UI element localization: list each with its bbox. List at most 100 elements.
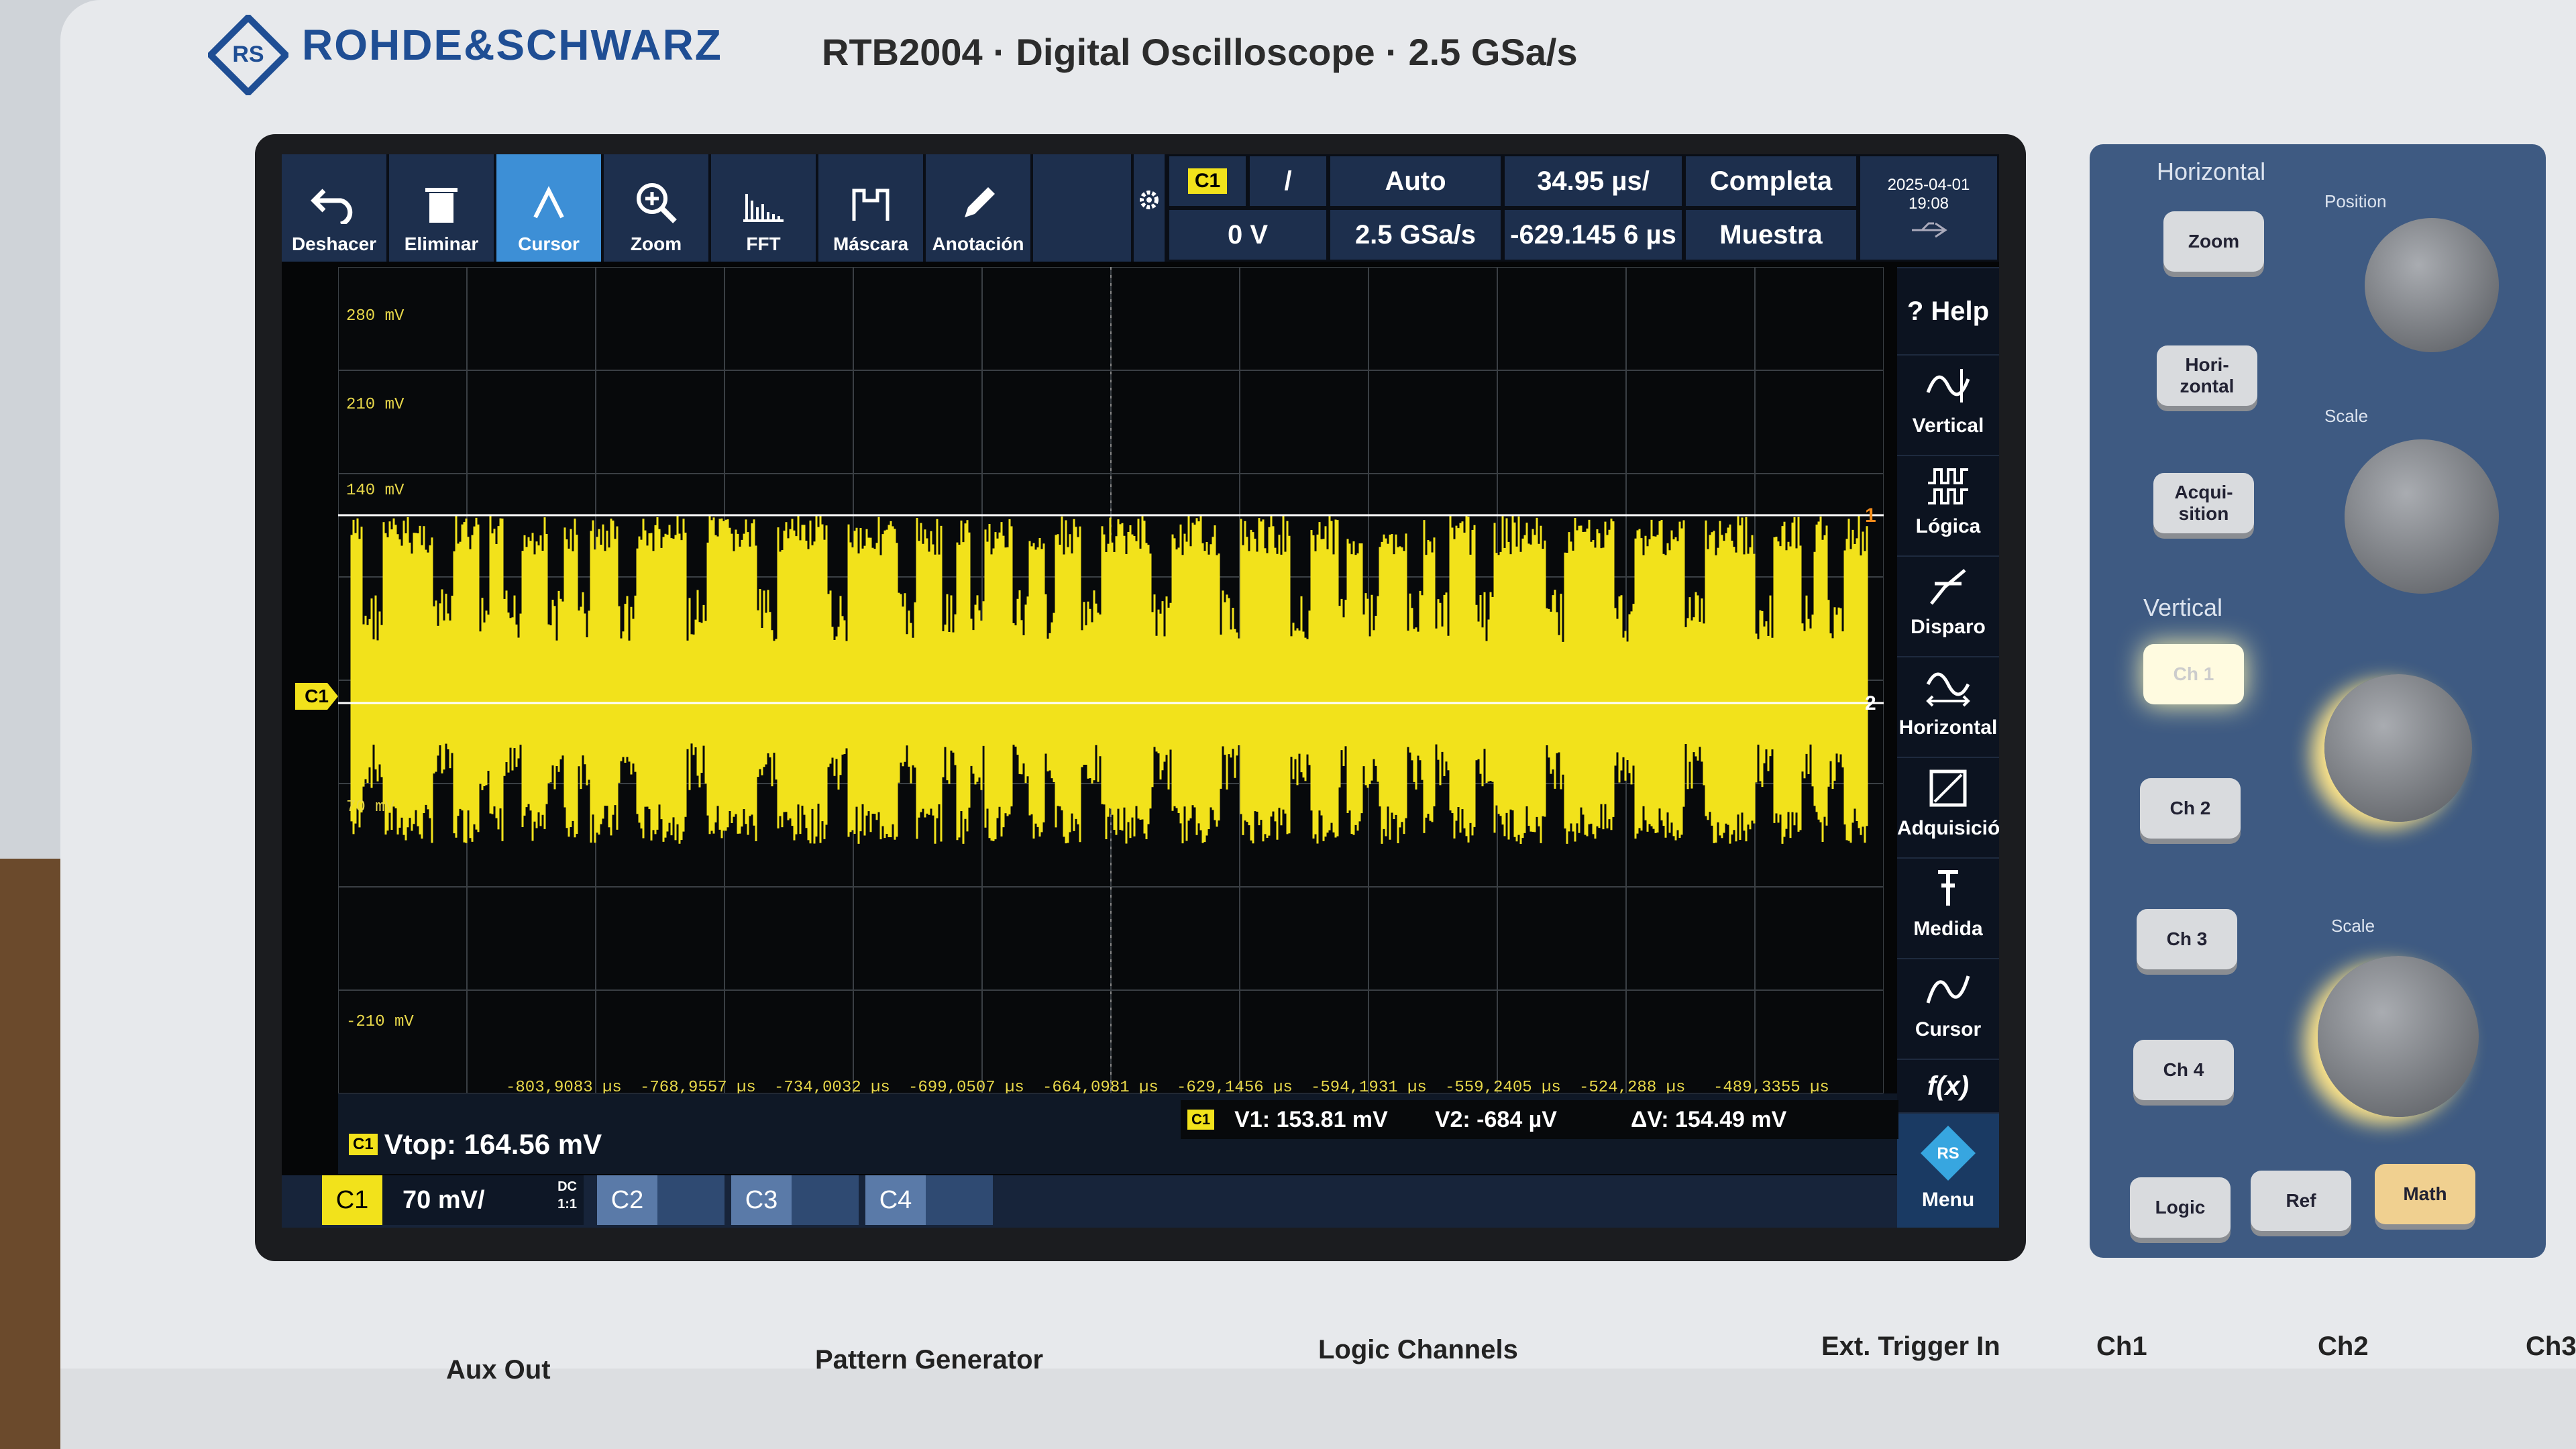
acquisition-menu-button[interactable]: Adquisición bbox=[1897, 757, 1999, 857]
cursor-2-marker[interactable]: 2 bbox=[1865, 692, 1876, 715]
channel-3-empty[interactable] bbox=[792, 1175, 859, 1225]
horizontal-hw-button[interactable]: Hori- zontal bbox=[2157, 345, 2257, 406]
logic-menu-button[interactable]: Lógica bbox=[1897, 455, 1999, 555]
function-menu-button[interactable]: f(x) bbox=[1897, 1059, 1999, 1112]
help-icon: ? bbox=[1907, 296, 1931, 326]
ref-hw-button[interactable]: Ref bbox=[2251, 1171, 2351, 1231]
cursor-icon bbox=[533, 186, 564, 219]
help-label: Help bbox=[1931, 296, 1990, 326]
gear-icon bbox=[1140, 191, 1159, 209]
datetime-display: 2025-04-01 19:08 bbox=[1858, 154, 1999, 262]
svg-text:RS: RS bbox=[232, 42, 264, 67]
y-axis-label: -210 mV bbox=[346, 1013, 414, 1031]
ch4-hw-button[interactable]: Ch 4 bbox=[2133, 1040, 2234, 1100]
rs-menu-icon: RS bbox=[1921, 1126, 1976, 1181]
cursor-menu-label: Cursor bbox=[1915, 1018, 1982, 1040]
cursor-menu-button[interactable]: Cursor bbox=[1897, 958, 1999, 1059]
cursor-dv-value: ΔV: 154.49 mV bbox=[1630, 1106, 1787, 1132]
mask-button[interactable]: Máscara bbox=[818, 154, 926, 262]
cursor-readout: C1 V1: 153.81 mV V2: -684 µV ΔV: 154.49 … bbox=[1181, 1100, 1898, 1139]
measure-menu-label: Medida bbox=[1913, 918, 1983, 940]
channel-2-tab[interactable]: C2 bbox=[597, 1175, 657, 1225]
channel-1-marker[interactable]: C1 bbox=[295, 683, 338, 710]
y-axis-label: 280 mV bbox=[346, 307, 405, 325]
channel-1-scale[interactable]: 70 mV/ DC 1:1 bbox=[382, 1175, 584, 1225]
cursor-tool-button[interactable]: Cursor bbox=[496, 154, 604, 262]
pattern-generator-label: Pattern Generator bbox=[815, 1345, 1044, 1375]
y-axis-label: 140 mV bbox=[346, 482, 405, 500]
main-menu-button[interactable]: RS Menu bbox=[1897, 1112, 1999, 1228]
annotation-button[interactable]: Anotación bbox=[926, 154, 1033, 262]
horizontal-scale-knob[interactable] bbox=[2345, 439, 2499, 594]
ch1-hw-button[interactable]: Ch 1 bbox=[2143, 644, 2244, 704]
ch3-hw-button[interactable]: Ch 3 bbox=[2137, 909, 2237, 969]
acquisition-hw-button[interactable]: Acqui- sition bbox=[2153, 473, 2254, 533]
trigger-slope[interactable]: / bbox=[1248, 154, 1328, 208]
vertical-section-title: Vertical bbox=[2143, 594, 2223, 621]
ch1-input-label: Ch1 bbox=[2096, 1332, 2147, 1361]
horizontal-menu-label: Horizontal bbox=[1898, 716, 1998, 739]
trigger-level[interactable]: 0 V bbox=[1167, 208, 1328, 262]
cursor-menu-icon bbox=[1926, 975, 1970, 1004]
readout-channel-tag: C1 bbox=[1187, 1110, 1215, 1130]
annotation-label: Anotación bbox=[932, 233, 1024, 254]
trigger-icon bbox=[1930, 569, 1966, 605]
cursor-tool-label: Cursor bbox=[518, 233, 580, 254]
scale-knob-label: Scale bbox=[2324, 406, 2369, 426]
acquisition-type[interactable]: Muestra bbox=[1684, 208, 1858, 262]
channel-4-empty[interactable] bbox=[926, 1175, 993, 1225]
trigger-mode[interactable]: Auto bbox=[1328, 154, 1503, 208]
waveform-grid[interactable] bbox=[338, 267, 1884, 1093]
channel-1-tab[interactable]: C1 bbox=[322, 1175, 382, 1225]
trigger-menu-label: Disparo bbox=[1911, 616, 1986, 638]
logic-hw-button[interactable]: Logic bbox=[2130, 1177, 2231, 1238]
trigger-menu-button[interactable]: Disparo bbox=[1897, 555, 1999, 656]
vtop-measurement[interactable]: C1 Vtop: 164.56 mV bbox=[349, 1128, 602, 1161]
horizontal-menu-button[interactable]: Horizontal bbox=[1897, 656, 1999, 757]
horizontal-icon bbox=[1926, 672, 1970, 707]
math-hw-button[interactable]: Math bbox=[2375, 1164, 2475, 1224]
vtop-channel-tag: C1 bbox=[349, 1134, 378, 1155]
channel-3-tab[interactable]: C3 bbox=[731, 1175, 792, 1225]
usb-icon bbox=[1912, 222, 1947, 238]
cursor-v1-value: V1: 153.81 mV bbox=[1234, 1106, 1388, 1132]
timebase-scale[interactable]: 34.95 µs/ bbox=[1503, 154, 1684, 208]
fft-icon bbox=[743, 194, 784, 222]
trigger-source[interactable]: C1 bbox=[1167, 154, 1248, 208]
oscilloscope-screen: Deshacer Eliminar Cursor Zoom FFT Máscar… bbox=[282, 154, 1999, 1228]
horizontal-position-knob[interactable] bbox=[2365, 218, 2499, 352]
zoom-hw-button[interactable]: Zoom bbox=[2163, 211, 2264, 272]
toolbar-settings[interactable] bbox=[1134, 154, 1167, 262]
zoom-button[interactable]: Zoom bbox=[604, 154, 711, 262]
main-menu-label: Menu bbox=[1921, 1189, 1975, 1211]
help-button[interactable]: ? Help bbox=[1897, 267, 1999, 354]
vtop-value: Vtop: 164.56 mV bbox=[384, 1128, 602, 1160]
logic-menu-label: Lógica bbox=[1915, 515, 1981, 537]
sample-rate[interactable]: 2.5 GSa/s bbox=[1328, 208, 1503, 262]
cursor-v2-value: V2: -684 µV bbox=[1434, 1106, 1557, 1132]
undo-button[interactable]: Deshacer bbox=[282, 154, 389, 262]
mask-label: Máscara bbox=[833, 233, 909, 254]
vertical-scale-knob-label: Scale bbox=[2331, 916, 2375, 936]
vertical-position-knob[interactable] bbox=[2324, 674, 2472, 822]
ch2-hw-button[interactable]: Ch 2 bbox=[2140, 778, 2241, 839]
fft-button[interactable]: FFT bbox=[711, 154, 818, 262]
channel-2-empty[interactable] bbox=[657, 1175, 724, 1225]
vertical-menu-button[interactable]: Vertical bbox=[1897, 354, 1999, 455]
horizontal-position[interactable]: -629.145 6 µs bbox=[1503, 208, 1684, 262]
channel-4-tab[interactable]: C4 bbox=[865, 1175, 926, 1225]
channel-1-coupling: DC 1:1 bbox=[557, 1178, 577, 1213]
undo-icon bbox=[311, 189, 353, 224]
ch2-input-label: Ch2 bbox=[2318, 1332, 2369, 1361]
cursor-1-marker[interactable]: 1 bbox=[1865, 504, 1876, 527]
date-text: 2025-04-01 bbox=[1887, 176, 1970, 194]
vertical-scale-knob[interactable] bbox=[2318, 956, 2479, 1117]
logic-icon bbox=[1928, 468, 1968, 504]
front-connector-row bbox=[60, 1368, 2576, 1449]
ch3-input-label: Ch3 bbox=[2526, 1332, 2576, 1361]
toolbar-spacer bbox=[1033, 154, 1134, 262]
control-panel: Horizontal Position Scale Vertical Scale… bbox=[2090, 144, 2546, 1258]
delete-button[interactable]: Eliminar bbox=[389, 154, 496, 262]
acquisition-mode[interactable]: Completa bbox=[1684, 154, 1858, 208]
measure-menu-button[interactable]: Medida bbox=[1897, 857, 1999, 958]
